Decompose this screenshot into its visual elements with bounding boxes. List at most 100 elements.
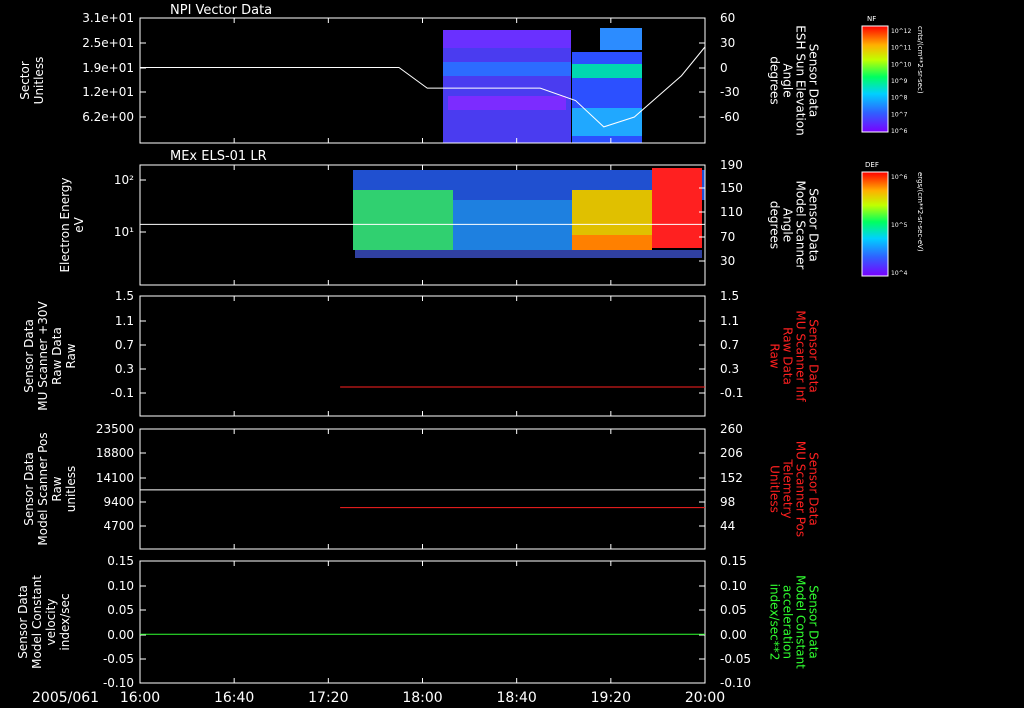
xtick-label: 16:40 [214, 690, 254, 706]
npi-spectrogram [443, 28, 642, 143]
xtick-label: 16:00 [120, 690, 160, 706]
panel-5-ytick-label-right: -0.10 [720, 676, 751, 690]
panel-4-ytick-label-right: 260 [720, 422, 743, 436]
xtick-label: 18:00 [402, 690, 442, 706]
panel-5-ylabel-left: Sensor Data [16, 585, 30, 659]
panel-1-ytick-label-left: 1.2e+01 [82, 85, 134, 99]
panel-3-ylabel-left: Raw [64, 343, 78, 368]
panel-3-frame [139, 295, 706, 417]
panel-4-frame [139, 428, 706, 550]
panel-2-ytick-label-right: 190 [720, 158, 743, 172]
panel2-title: MEx ELS-01 LR [170, 149, 267, 164]
panel-5-ytick-label-right: 0.00 [720, 628, 747, 642]
panel-2-ytick-label-right: 30 [720, 254, 735, 268]
panel-1-ytick-label-left: 2.5e+01 [82, 36, 134, 50]
panel-2-ylabel-left: eV [72, 216, 86, 232]
panel-4-ytick-label-right: 98 [720, 495, 735, 509]
plot-canvas: NPI Vector Data MEx ELS-01 LR NF cnts/(c… [16, 3, 924, 706]
panel-2-ytick-label-right: 110 [720, 205, 743, 219]
panel-5-ylabel-left: index/sec [58, 593, 72, 650]
panel-5-ytick-label-right: 0.15 [720, 554, 747, 568]
panel-1-ylabel-right: Sensor Data [807, 44, 821, 118]
panel-5-ylabel-left: velocity [44, 599, 58, 646]
panel-3-ylabel-left: MU Scanner +30V [36, 301, 50, 411]
panel-5-ytick-label-left: 0.05 [107, 603, 134, 617]
panel-1-ytick-label-right: -60 [720, 110, 740, 124]
panel-4-ylabel-right: Telemetry [781, 458, 795, 518]
panel-5-ytick-label-left: -0.05 [103, 652, 134, 666]
colorbar-1-tick: 10^10 [891, 61, 911, 68]
panel-3-ylabel-left: Raw Data [50, 327, 64, 385]
colorbar-1-label: NF [867, 15, 876, 23]
panel-5-ylabel-right: index/sec**2 [768, 584, 782, 661]
panel-4-ytick-label-right: 152 [720, 471, 743, 485]
xtick-label: 20:00 [685, 690, 725, 706]
panel-3-ytick-label-right: 0.7 [720, 338, 739, 352]
panel-1-ylabel-left: Sector [18, 61, 32, 100]
colorbar-1-tick: 10^9 [891, 78, 908, 85]
panel-3-ytick-label-left: -0.1 [111, 386, 134, 400]
els-spectrogram [353, 168, 705, 258]
panel-1-ytick-label-right: -30 [720, 85, 740, 99]
panel-5-ylabel-left: Model Constant [30, 575, 44, 669]
xtick-label: 19:20 [591, 690, 631, 706]
colorbar-2-tick: 10^6 [891, 174, 908, 181]
panel-2-ylabel-right: Model Scanner [794, 181, 808, 270]
panel-2-ylabel-right: Angle [781, 208, 795, 242]
panel-5-ytick-label-right: -0.05 [720, 652, 751, 666]
panel-4-ytick-label-left: 4700 [103, 519, 134, 533]
panel-4-ytick-label-right: 206 [720, 446, 743, 460]
panel-1-ytick-label-left: 1.9e+01 [82, 61, 134, 75]
panel-5-ytick-label-right: 0.05 [720, 603, 747, 617]
colorbar-2-tick: 10^5 [891, 222, 908, 229]
colorbar-2-tick: 10^4 [891, 270, 908, 277]
panel-3-ytick-label-right: 0.3 [720, 362, 739, 376]
panel-4-ytick-label-left: 18800 [96, 446, 134, 460]
colorbar-1-tick: 10^6 [891, 128, 908, 135]
panel-3-ytick-label-left: 0.7 [115, 338, 134, 352]
panel-1-ylabel-right: ESH Sun Elevation [794, 25, 808, 135]
panel-1-ytick-label-right: 60 [720, 11, 735, 25]
panel-5-ylabel-right: acceleration [781, 585, 795, 659]
panel-1-ytick-label-right: 0 [720, 61, 728, 75]
panel-3-ytick-label-left: 1.5 [115, 289, 134, 303]
panel-4-ytick-label-left: 9400 [103, 495, 134, 509]
panel-1-ytick-label-left: 3.1e+01 [82, 11, 134, 25]
panel-3-ytick-label-right: -0.1 [720, 386, 743, 400]
panel-5-ytick-label-left: 0.15 [107, 554, 134, 568]
panel-3-ylabel-right: MU Scanner Inf [794, 310, 808, 402]
panel-4-ylabel-left: Sensor Data [22, 452, 36, 526]
panel-3-ylabel-right: Raw [768, 343, 782, 368]
panel-2-ylabel-right: degrees [768, 201, 782, 249]
panel-4-ytick-label-left: 23500 [96, 422, 134, 436]
panel-3-ytick-label-right: 1.1 [720, 314, 739, 328]
xtick-label: 18:40 [496, 690, 536, 706]
panel-2-ytick-label-left: 10¹ [114, 225, 134, 239]
panel-4-ylabel-right: MU Scanner Pos [794, 441, 808, 537]
colorbar-1-tick: 10^12 [891, 28, 911, 35]
panel-2-ylabel-right: Sensor Data [807, 188, 821, 262]
panel-2-ytick-label-left: 10² [114, 173, 134, 187]
panel-5-ytick-label-left: -0.10 [103, 676, 134, 690]
panel1-title: NPI Vector Data [170, 3, 272, 18]
panel-5-ytick-label-right: 0.10 [720, 579, 747, 593]
panel-3-ylabel-left: Sensor Data [22, 319, 36, 393]
colorbar-1-tick: 10^11 [891, 45, 911, 52]
xtick-label: 17:20 [308, 690, 348, 706]
panel-1-ylabel-right: degrees [768, 56, 782, 104]
panel-4-ylabel-right: Unitless [768, 465, 782, 513]
panel-2-ytick-label-right: 150 [720, 181, 743, 195]
dynamic-layer: 3.1e+01 2.5e+01 1.9e+01 1.2e+01 6.2e+00 60 30 0… [16, 11, 911, 706]
panel-3-ylabel-right: Sensor Data [807, 319, 821, 393]
panel-4-ylabel-left: unitless [64, 466, 78, 512]
panel-1-ylabel-left: Unitless [32, 57, 46, 105]
date-label: 2005/061 [32, 690, 99, 706]
panel-2-ytick-label-right: 70 [720, 230, 735, 244]
panel-3-ylabel-right: Raw Data [781, 327, 795, 385]
panel-3-ytick-label-right: 1.5 [720, 289, 739, 303]
panel-4-ylabel-left: Model Scanner Pos [36, 432, 50, 545]
panel-1-ylabel-right: Angle [781, 63, 795, 97]
colorbar-1-tick: 10^7 [891, 111, 908, 118]
panel-2-ylabel-left: Electron Energy [58, 177, 72, 272]
panel-5-ylabel-right: Sensor Data [807, 585, 821, 659]
